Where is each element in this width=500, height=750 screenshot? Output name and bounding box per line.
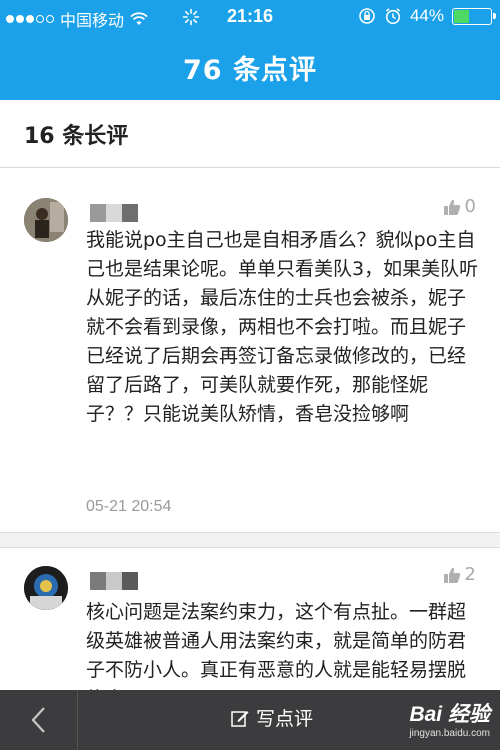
- username-redacted: [90, 572, 138, 590]
- review-item[interactable]: 2 核心问题是法案约束力，这个有点扯。一群超级英雄被普通人用法案约束，就是简单的…: [0, 548, 500, 690]
- bottom-toolbar: 写点评 Bai 经验 jingyan.baidu.com: [0, 690, 500, 750]
- alarm-icon: [385, 8, 401, 25]
- user-photo-icon: [24, 198, 68, 242]
- long-reviews-title: 16 条长评: [24, 123, 129, 149]
- review-text: 核心问题是法案约束力，这个有点扯。一群超级英雄被普通人用法案约束，就是简单的防君…: [86, 601, 467, 690]
- watermark-logo: Bai 经验: [409, 703, 490, 726]
- write-review-label: 写点评: [256, 708, 314, 730]
- like-button[interactable]: 2: [443, 564, 476, 585]
- user-photo-icon: [24, 566, 68, 610]
- status-right: 44%: [358, 6, 496, 26]
- battery-icon: [452, 7, 496, 25]
- battery-level: [454, 9, 470, 23]
- write-review-button[interactable]: 写点评: [230, 704, 313, 731]
- back-button[interactable]: [0, 690, 78, 750]
- watermark-url: jingyan.baidu.com: [409, 728, 490, 739]
- review-divider: [0, 532, 500, 548]
- username-redacted: [90, 204, 138, 222]
- battery-percent: 44%: [409, 6, 444, 25]
- thumbs-up-icon: [443, 567, 460, 583]
- chevron-left-icon: [31, 707, 45, 733]
- rotation-lock-icon: [359, 8, 375, 24]
- review-item[interactable]: 0 我能说po主自己也是自相矛盾么？貌似po主自己也是结果论呢。单单只看美队3，…: [0, 180, 500, 532]
- avatar[interactable]: [24, 198, 68, 242]
- review-text: 我能说po主自己也是自相矛盾么？貌似po主自己也是结果论呢。单单只看美队3，如果…: [86, 229, 479, 425]
- section-header: 16 条长评: [0, 100, 500, 168]
- like-count: 2: [464, 564, 476, 585]
- nav-bar: 76 条点评: [0, 34, 500, 100]
- status-bar: 中国移动 21:16 44%: [0, 0, 500, 34]
- baidu-watermark: Bai 经验 jingyan.baidu.com: [409, 698, 490, 739]
- thumbs-up-icon: [443, 199, 460, 215]
- like-count: 0: [464, 196, 476, 217]
- page-title: 76 条点评: [183, 54, 317, 86]
- review-date: 05-21 20:54: [86, 498, 172, 515]
- avatar[interactable]: [24, 566, 68, 610]
- edit-icon: [231, 710, 249, 727]
- like-button[interactable]: 0: [443, 196, 476, 217]
